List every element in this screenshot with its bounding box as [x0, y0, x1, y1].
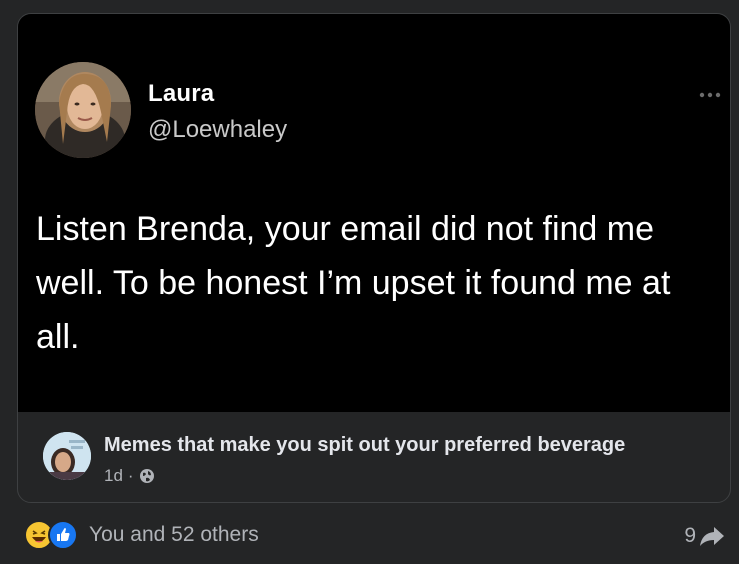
- tweet-text: Listen Brenda, your email did not find m…: [36, 210, 671, 356]
- group-avatar[interactable]: [43, 432, 91, 480]
- globe-icon: [139, 469, 154, 483]
- shared-post-card[interactable]: Laura @Loewhaley Listen Brenda, your ema…: [17, 13, 731, 503]
- more-options-icon[interactable]: [698, 91, 722, 99]
- like-icon: [48, 520, 78, 550]
- share-count[interactable]: 9: [684, 521, 725, 551]
- post-timestamp[interactable]: 1d: [104, 466, 123, 486]
- share-arrow-icon: [700, 527, 724, 546]
- reactions-summary[interactable]: You and 52 others: [24, 520, 259, 550]
- tweet-author-name: Laura: [148, 80, 215, 107]
- group-name-link[interactable]: Memes that make you spit out your prefer…: [104, 434, 625, 457]
- reaction-icons: [24, 520, 82, 550]
- tweet-author-handle: @Loewhaley: [148, 116, 288, 143]
- post-attribution: Memes that make you spit out your prefer…: [18, 412, 730, 502]
- reaction-count-text[interactable]: You and 52 others: [89, 523, 259, 547]
- share-count-number: 9: [684, 524, 696, 547]
- tweet-image[interactable]: Laura @Loewhaley Listen Brenda, your ema…: [18, 14, 730, 412]
- separator-dot: ·: [127, 466, 134, 485]
- tweet-author-avatar: [35, 62, 131, 158]
- post-time-row: 1d ·: [104, 466, 155, 486]
